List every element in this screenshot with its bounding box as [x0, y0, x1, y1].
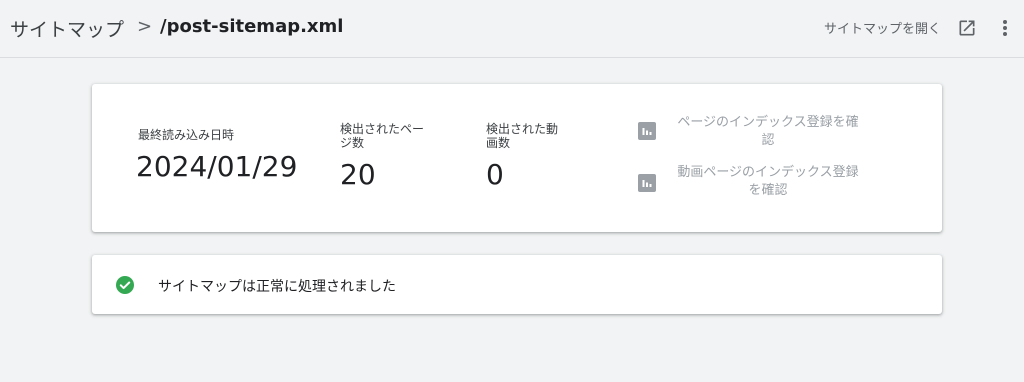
- bar-chart-icon: [638, 122, 656, 140]
- page-title: /post-sitemap.xml: [160, 16, 344, 37]
- discovered-pages-value: 20: [340, 158, 376, 191]
- open-in-new-icon[interactable]: [957, 18, 977, 38]
- check-circle-icon: [116, 276, 134, 294]
- open-sitemap-link[interactable]: サイトマップを開く: [824, 18, 941, 37]
- breadcrumb-separator: >: [137, 16, 153, 37]
- discovered-videos-label-line2: 画数: [486, 136, 511, 150]
- bar-chart-icon: [638, 174, 656, 192]
- page-header: サイトマップ > /post-sitemap.xml サイトマップを開く: [0, 0, 1024, 58]
- view-page-indexing-line1: ページのインデックス登録を確: [677, 115, 859, 130]
- discovered-pages-label-line1: 検出されたペー: [340, 122, 425, 136]
- view-video-indexing-link[interactable]: 動画ページのインデックス登録 を確認: [638, 164, 868, 200]
- view-page-indexing-link[interactable]: ページのインデックス登録を確 認: [638, 114, 868, 150]
- sitemap-stats-card: 最終読み込み日時 2024/01/29 検出されたペー ジ数 20 検出された動…: [92, 84, 942, 232]
- view-page-indexing-label[interactable]: ページのインデックス登録を確 認: [668, 114, 868, 150]
- view-page-indexing-line2: 認: [761, 133, 775, 148]
- last-read-value: 2024/01/29: [136, 150, 298, 183]
- last-read-label: 最終読み込み日時: [138, 128, 235, 142]
- more-vert-icon[interactable]: [995, 17, 1015, 39]
- status-message: サイトマップは正常に処理されました: [158, 279, 396, 295]
- discovered-pages-label-line2: ジ数: [340, 136, 365, 150]
- breadcrumb-sitemaps[interactable]: サイトマップ: [10, 15, 124, 42]
- discovered-videos-label-line1: 検出された動: [486, 122, 559, 136]
- view-video-indexing-label[interactable]: 動画ページのインデックス登録 を確認: [668, 164, 868, 200]
- discovered-videos-label: 検出された動 画数: [486, 122, 558, 150]
- discovered-videos-value: 0: [486, 158, 504, 191]
- discovered-pages-label: 検出されたペー ジ数: [340, 122, 424, 150]
- view-video-indexing-line1: 動画ページのインデックス登録: [677, 165, 859, 180]
- view-video-indexing-line2: を確認: [748, 183, 788, 198]
